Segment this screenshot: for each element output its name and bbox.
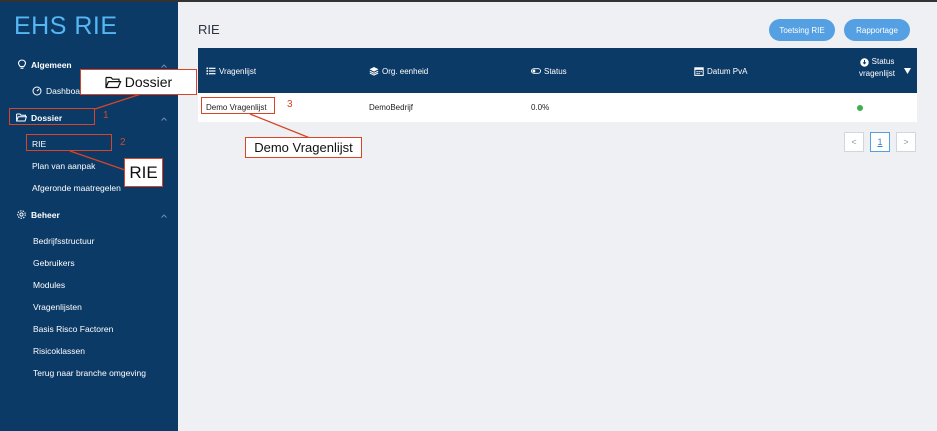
dossier-highlight bbox=[9, 108, 95, 125]
column-status[interactable]: Status bbox=[531, 66, 567, 76]
column-label: Vragenlijst bbox=[219, 66, 257, 76]
nav-group-label: Algemeen bbox=[31, 59, 72, 70]
vragenlijst-table: Vragenlijst Org. eenheid Status Datum Pv… bbox=[198, 48, 917, 122]
brand-logo[interactable]: EHS RIE bbox=[14, 12, 118, 41]
cell-status: 0.0% bbox=[531, 103, 550, 112]
column-label: Status bbox=[544, 66, 567, 76]
pagination-next-button[interactable]: > bbox=[896, 132, 916, 152]
column-label: Org. eenheid bbox=[382, 66, 429, 76]
sidebar-item-risicoklassen[interactable]: Risicoklassen bbox=[33, 346, 85, 356]
column-label: Status bbox=[871, 57, 895, 66]
rie-callout: RIE bbox=[124, 158, 163, 187]
dashboard-icon bbox=[32, 86, 42, 96]
sidebar-item-bedrijfsstructuur[interactable]: Bedrijfsstructuur bbox=[33, 236, 94, 246]
sidebar-item-gebruikers[interactable]: Gebruikers bbox=[33, 258, 75, 268]
demo-vragenlijst-callout: Demo Vragenlijst bbox=[245, 137, 362, 158]
layers-icon bbox=[369, 66, 379, 76]
chevron-up-icon[interactable] bbox=[160, 212, 168, 220]
rie-highlight bbox=[26, 134, 112, 151]
sidebar-item-modules[interactable]: Modules bbox=[33, 280, 65, 290]
gear-icon bbox=[16, 209, 27, 220]
page-title: RIE bbox=[198, 22, 220, 37]
nav-group-beheer[interactable]: Beheer bbox=[16, 209, 60, 220]
column-org-eenheid[interactable]: Org. eenheid bbox=[369, 66, 428, 76]
step-number: 3 bbox=[287, 99, 293, 110]
bulb-icon bbox=[16, 59, 27, 70]
folder-open-icon bbox=[105, 76, 122, 88]
column-label: Datum PvA bbox=[707, 66, 748, 76]
sidebar-item-dashboard[interactable]: Dashboa bbox=[32, 86, 80, 96]
callout-label: Dossier bbox=[124, 74, 173, 90]
column-status-vragenlijst[interactable]: Status vragenlijst bbox=[854, 56, 900, 80]
sidebar-item-label: Dashboa bbox=[46, 86, 81, 96]
step-number: 2 bbox=[120, 137, 126, 148]
sidebar: EHS RIE Algemeen Dashboa Dossier RIE Pla… bbox=[0, 2, 178, 431]
sidebar-item-plan-van-aanpak[interactable]: Plan van aanpak bbox=[32, 161, 95, 171]
demo-vragenlijst-highlight bbox=[201, 97, 275, 114]
dossier-callout: Dossier bbox=[80, 69, 197, 95]
calendar-icon bbox=[694, 66, 704, 76]
download-circle-icon bbox=[859, 57, 869, 67]
main-content: RIE Toetsing RIE Rapportage Vragenlijst … bbox=[178, 2, 937, 431]
sidebar-item-terug-naar-branche[interactable]: Terug naar branche omgeving bbox=[33, 368, 146, 378]
pagination-prev-button[interactable]: < bbox=[844, 132, 864, 152]
nav-group-label: Beheer bbox=[31, 209, 60, 220]
table-row[interactable]: Demo Vragenlijst DemoBedrijf 0.0% bbox=[198, 93, 917, 122]
cell-org-eenheid: DemoBedrijf bbox=[369, 103, 414, 112]
sidebar-item-afgeronde-maatregelen[interactable]: Afgeronde maatregelen bbox=[32, 183, 121, 193]
toetsing-rie-button[interactable]: Toetsing RIE bbox=[769, 19, 835, 41]
step-number: 1 bbox=[103, 110, 109, 121]
column-datum-pva[interactable]: Datum PvA bbox=[694, 66, 747, 76]
toggle-icon bbox=[531, 66, 541, 76]
status-indicator-dot bbox=[857, 105, 863, 111]
pagination-page-button[interactable]: 1 bbox=[870, 132, 890, 152]
sidebar-item-vragenlijsten[interactable]: Vragenlijsten bbox=[33, 302, 82, 312]
table-header: Vragenlijst Org. eenheid Status Datum Pv… bbox=[198, 48, 917, 93]
rapportage-button[interactable]: Rapportage bbox=[844, 19, 910, 41]
nav-group-algemeen[interactable]: Algemeen bbox=[16, 59, 72, 70]
column-vragenlijst[interactable]: Vragenlijst bbox=[206, 66, 256, 76]
chevron-up-icon[interactable] bbox=[160, 115, 168, 123]
sidebar-item-basis-risico-factoren[interactable]: Basis Risco Factoren bbox=[33, 324, 113, 334]
list-icon bbox=[206, 66, 216, 76]
column-label: vragenlijst bbox=[858, 69, 895, 78]
caret-down-icon[interactable] bbox=[904, 68, 911, 74]
